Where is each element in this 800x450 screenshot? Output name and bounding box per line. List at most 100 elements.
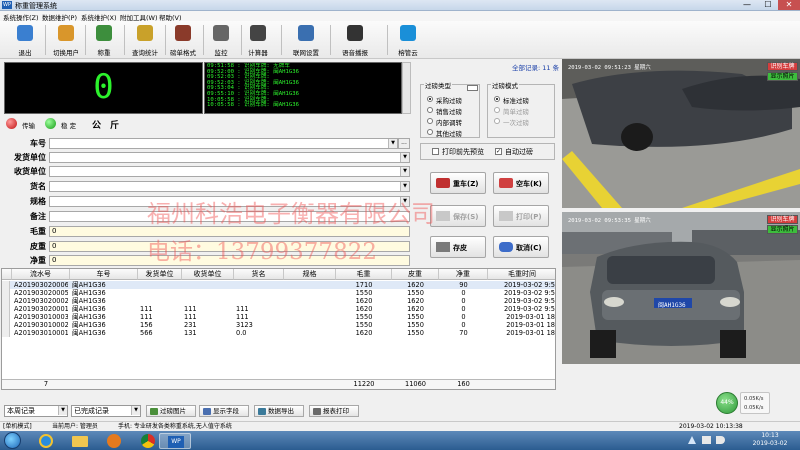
taskbar-ie-icon[interactable] [30,433,62,449]
taskbar-media-icon[interactable] [98,433,130,449]
radio-single[interactable] [494,118,500,124]
camera-bottom-recognize-button[interactable]: 识别车牌 [767,215,798,224]
table-cell: 566 [140,329,153,337]
filter-type-indicator-icon [467,85,478,91]
cloud-button[interactable]: 榕管云 [389,23,427,57]
chart-icon [137,25,153,41]
maximize-button[interactable]: ☐ [757,0,779,10]
table-header-cell[interactable]: 净重 [439,269,488,280]
row-indicator[interactable] [2,313,10,321]
ticket-format-button[interactable]: 磅单格式 [164,23,202,57]
empty-truck-button[interactable]: 空车(K) [493,172,549,194]
datetime-status: 2019-03-02 10:13:38 [679,423,743,430]
network-settings-button[interactable]: 联网设置 [284,23,328,57]
taskbar-folder-icon[interactable] [64,433,96,449]
export-button[interactable]: 数据导出 [254,405,304,417]
radio-simple[interactable] [494,107,500,113]
table-cell: 0 [461,313,466,321]
row-indicator[interactable] [2,289,10,297]
table-cell [140,289,180,297]
save-button[interactable]: 保存(S) [430,205,486,227]
status-select[interactable]: 已完成记录 ▼ [71,405,141,417]
chevron-down-icon[interactable]: ▼ [58,406,67,415]
row-indicator[interactable] [2,281,10,289]
table-header-cell[interactable]: 发货单位 [138,269,182,280]
chevron-down-icon[interactable]: ▼ [131,406,140,415]
log-scrollbar[interactable] [402,62,411,114]
print-preview-checkbox[interactable] [432,148,439,155]
chevron-down-icon[interactable]: ▼ [400,182,409,191]
minimize-button[interactable]: — [736,0,758,10]
table-cell: 1710 [355,281,373,289]
table-header-cell[interactable]: 车号 [70,269,138,280]
cancel-button[interactable]: 取消(C) [493,236,549,258]
camera-top-timestamp: 2019-03-02 09:51:23 星期六 [568,65,651,71]
heavy-truck-button[interactable]: 重车(Z) [430,172,486,194]
chevron-down-icon[interactable]: ▼ [388,139,397,148]
radio-standard[interactable] [494,96,500,102]
auto-weigh-checkbox[interactable]: ✓ [495,148,502,155]
table-row[interactable]: A201903020001 闽AH1G36 111 111 111 1620 1620 0 20… [2,305,555,313]
table-header-cell[interactable]: 规格 [284,269,336,280]
table-header-cell[interactable]: 毛重时间 [488,269,555,280]
range-select[interactable]: 本周记录 ▼ [4,405,68,417]
radio-internal-label: 内部调转 [436,119,462,127]
table-cell [286,321,334,329]
row-indicator[interactable] [2,329,10,337]
weigh-photo-button[interactable]: 过磅图片 [146,405,196,417]
table-row[interactable]: A201903020006 闽AH1G36 1710 1620 90 2019-03-02… [2,281,555,289]
voice-broadcast-button[interactable]: 语音播报 [332,23,378,57]
goods-select[interactable] [49,181,410,192]
tip-status: 手机: 专业研发各类称重系统,无人值守系统 [118,423,232,430]
table-cell: 3123 [236,321,253,329]
report-print-button[interactable]: 报表打印 [309,405,359,417]
plate-browse-button[interactable]: ... [398,138,410,149]
table-header-cell[interactable]: 皮重 [392,269,439,280]
row-indicator[interactable] [2,305,10,313]
tray-arrow-icon[interactable] [688,436,696,444]
table-header-cell[interactable]: 货名 [234,269,284,280]
sender-select[interactable] [49,152,410,163]
calculator-button[interactable]: 计算器 [239,23,277,57]
camera-top-show-photo-button[interactable]: 显示照片 [767,72,798,81]
table-row[interactable]: A201903010001 闽AH1G36 566 131 0.0 1620 1550 70 2… [2,329,555,337]
recognition-log: 09:51:58 : 识别车牌: 无牌车 09:52:00 : 识别车牌: 闽AH… [204,62,402,114]
tray-volume-icon[interactable] [716,436,725,444]
table-row[interactable]: A201903020002 闽AH1G36 1620 1620 0 2019-03-02 … [2,297,555,305]
chevron-down-icon[interactable]: ▼ [400,153,409,162]
table-header-cell[interactable]: 毛重 [336,269,392,280]
radio-internal[interactable] [427,118,433,124]
switch-user-button[interactable]: 切换用户 [47,23,85,57]
radio-other[interactable] [427,129,433,135]
radio-purchase[interactable] [427,96,433,102]
query-stats-button[interactable]: 查询统计 [126,23,164,57]
display-fields-button[interactable]: 显示字段 [199,405,249,417]
taskbar-clock[interactable]: 10:13 2019-03-02 [745,432,795,448]
weigh-button[interactable]: 称重 [85,23,123,57]
table-row[interactable]: A201903020005 闽AH1G36 1550 1550 0 2019-03-02 … [2,289,555,297]
table-cell [286,281,334,289]
monitor-button[interactable]: 监控 [202,23,240,57]
print-button[interactable]: 打印(P) [493,205,549,227]
save-tare-button[interactable]: 存皮 [430,236,486,258]
table-header-cell[interactable]: 收货单位 [182,269,234,280]
start-button[interactable] [4,432,21,449]
camera-top-recognize-button[interactable]: 识别车牌 [767,62,798,71]
table-row[interactable]: A201903010002 闽AH1G36 156 231 3123 1550 1550 0 2… [2,321,555,329]
exit-button[interactable]: 退出 [6,23,44,57]
radio-sale[interactable] [427,107,433,113]
chevron-down-icon[interactable]: ▼ [400,167,409,176]
taskbar-weighing-app[interactable]: WP [159,433,191,449]
tray-network-icon[interactable] [702,436,711,444]
log-line: 10:05:58 : 识别车牌: 闽AH1G36 [207,102,299,109]
close-button[interactable]: ✕ [778,0,800,10]
row-indicator[interactable] [2,321,10,329]
row-indicator[interactable] [2,297,10,305]
microphone-icon [347,25,363,41]
table-cell [286,305,334,313]
camera-bottom-show-photo-button[interactable]: 显示照片 [767,225,798,234]
plate-input[interactable]: ▼ [49,138,398,149]
table-row[interactable]: A201903010003 闽AH1G36 111 111 111 1550 1550 0 20… [2,313,555,321]
table-header-cell[interactable]: 流水号 [12,269,70,280]
receiver-select[interactable] [49,166,410,177]
